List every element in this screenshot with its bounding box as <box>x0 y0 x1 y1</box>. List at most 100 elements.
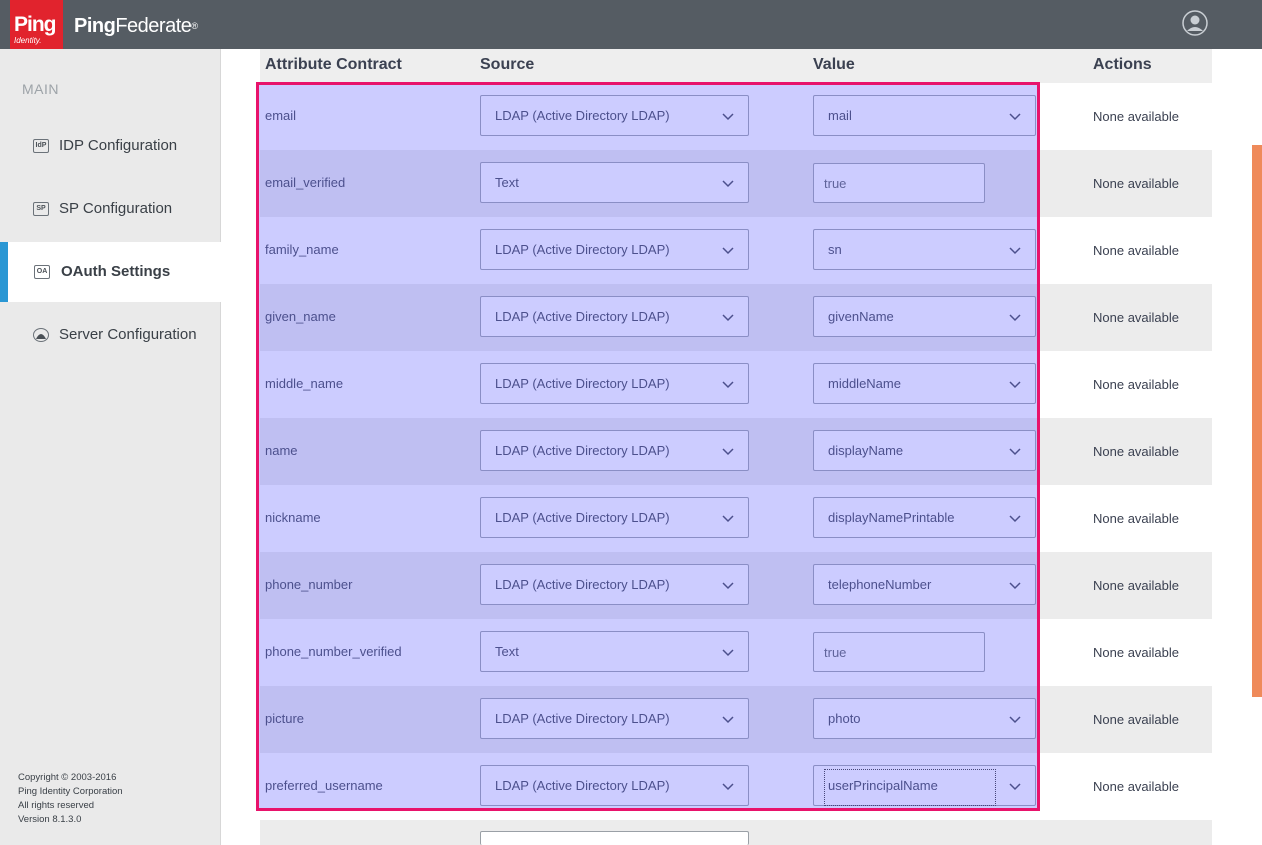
source-select-value: Text <box>495 175 519 190</box>
column-header-value: Value <box>813 56 855 73</box>
table-row: preferred_username LDAP (Active Director… <box>260 753 1212 820</box>
source-select-value: LDAP (Active Directory LDAP) <box>495 108 670 123</box>
column-header-source: Source <box>480 56 535 73</box>
attribute-name: given_name <box>265 309 336 324</box>
chevron-down-icon <box>722 113 734 121</box>
logo-text: Ping <box>14 13 56 36</box>
chevron-down-icon <box>722 381 734 389</box>
value-select-focused[interactable]: userPrincipalName <box>813 765 1036 806</box>
sidebar-item-label: OAuth Settings <box>61 263 171 280</box>
attribute-contract-table: Attribute Contract Source Value Actions … <box>221 49 1252 845</box>
actions-text: None available <box>1093 109 1180 124</box>
chevron-down-icon <box>722 314 734 322</box>
source-select-value: LDAP (Active Directory LDAP) <box>495 510 670 525</box>
actions-text: None available <box>1093 377 1180 392</box>
source-select[interactable]: Text <box>480 631 749 672</box>
sidebar-item-oauth-settings[interactable]: OA OAuth Settings <box>0 242 231 302</box>
sidebar-item-label: SP Configuration <box>59 200 173 217</box>
attribute-name: middle_name <box>265 376 344 391</box>
table-row: name LDAP (Active Directory LDAP) displa… <box>260 418 1212 485</box>
source-select-value: LDAP (Active Directory LDAP) <box>495 778 670 793</box>
table-row: given_name LDAP (Active Directory LDAP) … <box>260 284 1212 351</box>
table-header: Attribute Contract Source Value Actions <box>260 49 1212 83</box>
value-select-value: displayNamePrintable <box>828 510 955 525</box>
sidebar-item-sp-configuration[interactable]: SP SP Configuration <box>0 179 221 239</box>
attribute-name: email_verified <box>265 175 346 190</box>
source-select[interactable]: LDAP (Active Directory LDAP) <box>480 296 749 337</box>
actions-text: None available <box>1093 511 1180 526</box>
attribute-name: preferred_username <box>265 778 383 793</box>
copyright-line: Copyright © 2003-2016 <box>18 772 117 783</box>
chevron-down-icon <box>722 649 734 657</box>
source-select-value: LDAP (Active Directory LDAP) <box>495 376 670 391</box>
top-bar: Ping Identity. PingFederate® <box>0 0 1262 53</box>
chevron-down-icon <box>722 448 734 456</box>
sidebar-item-server-configuration[interactable]: Server Configuration <box>0 305 221 365</box>
value-select-value: displayName <box>828 443 904 458</box>
source-select[interactable]: LDAP (Active Directory LDAP) <box>480 564 749 605</box>
source-select[interactable]: LDAP (Active Directory LDAP) <box>480 95 749 136</box>
table-row: picture LDAP (Active Directory LDAP) pho… <box>260 686 1212 753</box>
attribute-name: phone_number <box>265 577 353 592</box>
value-select-value: userPrincipalName <box>828 778 938 793</box>
copyright-line: Ping Identity Corporation <box>18 786 123 797</box>
value-text-input[interactable]: true <box>813 632 985 672</box>
value-select[interactable]: givenName <box>813 296 1036 337</box>
chevron-down-icon <box>722 582 734 590</box>
table-row: middle_name LDAP (Active Directory LDAP)… <box>260 351 1212 418</box>
source-select-value: LDAP (Active Directory LDAP) <box>495 309 670 324</box>
value-select[interactable]: telephoneNumber <box>813 564 1036 605</box>
chevron-down-icon <box>1009 716 1021 724</box>
source-select[interactable]: LDAP (Active Directory LDAP) <box>480 497 749 538</box>
column-header-attribute-contract: Attribute Contract <box>265 56 402 73</box>
actions-text: None available <box>1093 310 1180 325</box>
table-row: phone_number LDAP (Active Directory LDAP… <box>260 552 1212 619</box>
source-select-partial[interactable] <box>480 831 749 845</box>
sidebar-item-label: Server Configuration <box>59 326 197 343</box>
chevron-down-icon <box>1009 448 1021 456</box>
sidebar-item-idp-configuration[interactable]: IdP IDP Configuration <box>0 116 221 176</box>
attribute-name: picture <box>265 711 305 726</box>
oauth-icon: OA <box>34 265 50 279</box>
value-select[interactable]: displayName <box>813 430 1036 471</box>
source-select[interactable]: LDAP (Active Directory LDAP) <box>480 430 749 471</box>
table-row: family_name LDAP (Active Directory LDAP)… <box>260 217 1212 284</box>
value-select-value: givenName <box>828 309 894 324</box>
value-select-value: mail <box>828 108 852 123</box>
source-select[interactable]: Text <box>480 162 749 203</box>
attribute-name: family_name <box>265 242 339 257</box>
scrollbar-thumb[interactable] <box>1252 145 1262 697</box>
table-row: phone_number_verified Text true None ava… <box>260 619 1212 686</box>
idp-icon: IdP <box>33 139 49 153</box>
value-select[interactable]: middleName <box>813 363 1036 404</box>
source-select[interactable]: LDAP (Active Directory LDAP) <box>480 229 749 270</box>
logo-subtext: Identity. <box>14 36 42 45</box>
server-icon <box>33 328 49 342</box>
attribute-name: nickname <box>265 510 321 525</box>
source-select-value: LDAP (Active Directory LDAP) <box>495 577 670 592</box>
chevron-down-icon <box>1009 381 1021 389</box>
value-select[interactable]: displayNamePrintable <box>813 497 1036 538</box>
value-select[interactable]: photo <box>813 698 1036 739</box>
table-row: email_verified Text true None available <box>260 150 1212 217</box>
attribute-name: phone_number_verified <box>265 644 402 659</box>
source-select[interactable]: LDAP (Active Directory LDAP) <box>480 698 749 739</box>
table-row: email LDAP (Active Directory LDAP) mail … <box>260 83 1212 150</box>
value-text-input[interactable]: true <box>813 163 985 203</box>
chevron-down-icon <box>722 716 734 724</box>
sidebar: MAIN IdP IDP Configuration SP SP Configu… <box>0 49 231 845</box>
attribute-name: email <box>265 108 297 123</box>
source-select[interactable]: LDAP (Active Directory LDAP) <box>480 363 749 404</box>
source-select[interactable]: LDAP (Active Directory LDAP) <box>480 765 749 806</box>
nav-section-label: MAIN <box>22 81 59 97</box>
ping-identity-logo[interactable]: Ping Identity. <box>10 0 63 53</box>
product-name: PingFederate® <box>74 15 198 37</box>
user-profile-icon[interactable] <box>1182 10 1208 36</box>
actions-text: None available <box>1093 444 1180 459</box>
value-select[interactable]: mail <box>813 95 1036 136</box>
sp-icon: SP <box>33 202 49 216</box>
value-select-value: telephoneNumber <box>828 577 932 592</box>
table-row: nickname LDAP (Active Directory LDAP) di… <box>260 485 1212 552</box>
value-select[interactable]: sn <box>813 229 1036 270</box>
source-select-value: Text <box>495 644 519 659</box>
